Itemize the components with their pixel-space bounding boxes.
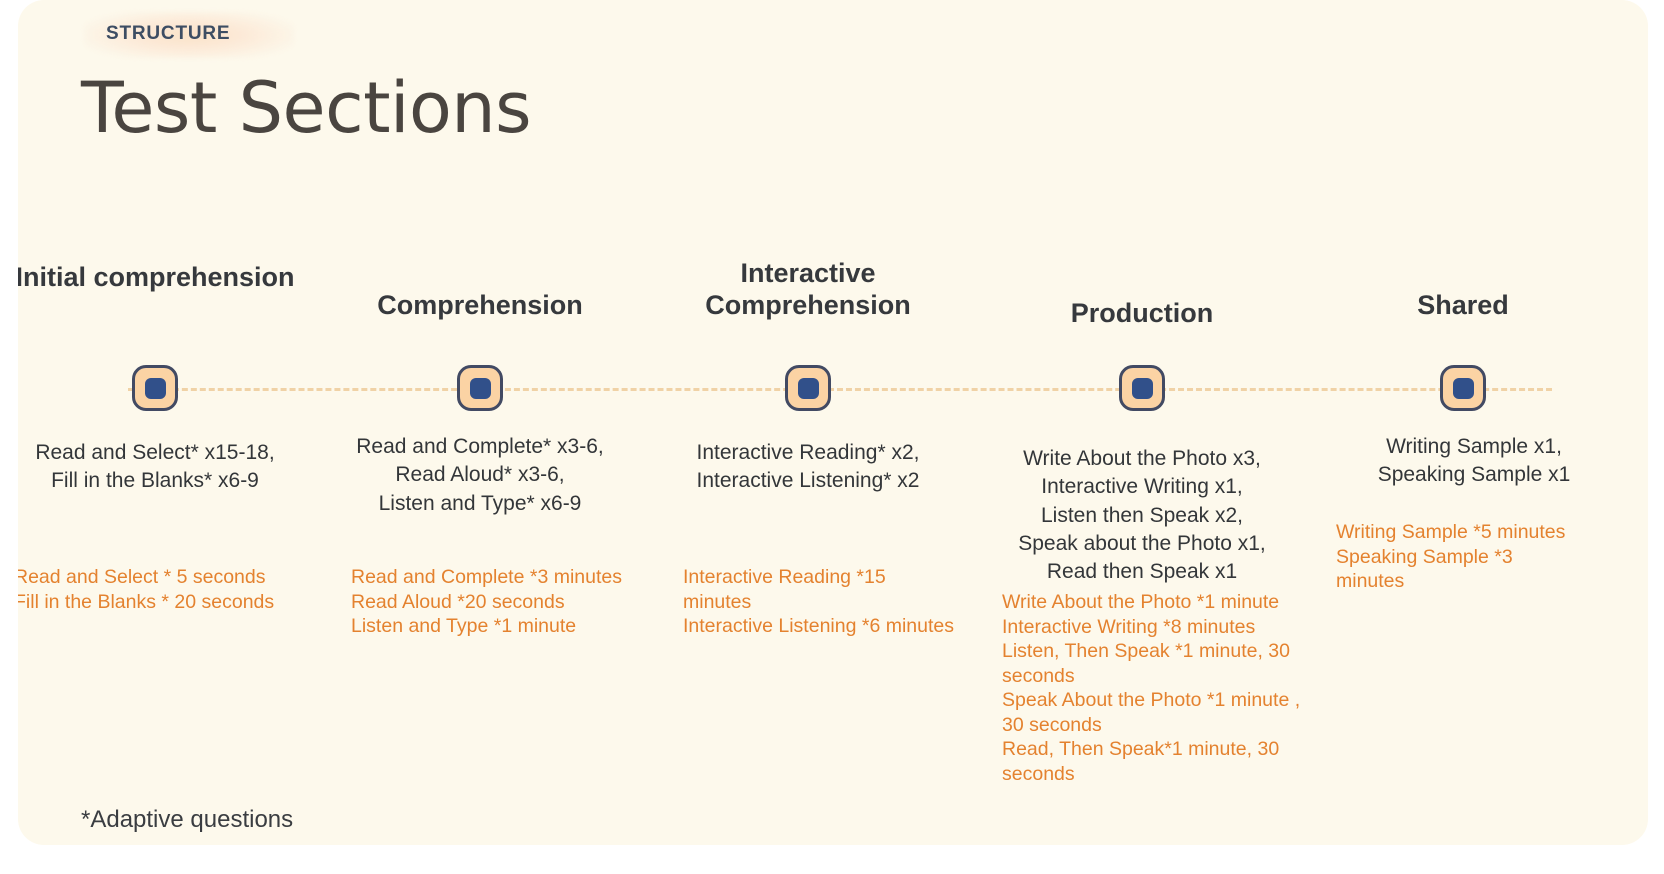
timeline: Initial comprehension Read and Select* x… (18, 230, 1648, 845)
page-title: Test Sections (81, 67, 532, 149)
column-title: Shared (1417, 290, 1509, 320)
column-timings: Interactive Reading *15 minutes Interact… (683, 566, 954, 638)
column-tasks: Interactive Reading* x2, Interactive Lis… (696, 441, 920, 493)
timeline-node-icon[interactable] (1119, 365, 1165, 411)
column-title: Interactive Comprehension (705, 258, 911, 320)
timeline-node-icon[interactable] (1440, 365, 1486, 411)
timeline-node-icon[interactable] (132, 365, 178, 411)
slide-root: STRUCTURE Test Sections Initial comprehe… (0, 0, 1664, 874)
column-title: Initial comprehension (18, 262, 295, 292)
node-center-square (144, 377, 166, 399)
content-panel: STRUCTURE Test Sections Initial comprehe… (18, 0, 1648, 845)
column-timings: Writing Sample *5 minutes Speaking Sampl… (1336, 521, 1566, 593)
node-center-square (1452, 377, 1474, 399)
adaptive-questions-note: *Adaptive questions (81, 806, 294, 833)
column-timings: Write About the Photo *1 minute Interact… (1002, 591, 1301, 785)
timeline-node-icon[interactable] (785, 365, 831, 411)
column-timings: Read and Complete *3 minutes Read Aloud … (351, 566, 622, 638)
timeline-dashed-connector (128, 388, 1552, 394)
column-title: Comprehension (377, 290, 583, 320)
badge-label: STRUCTURE (106, 23, 231, 44)
timeline-node-icon[interactable] (457, 365, 503, 411)
column-title: Production (1070, 298, 1214, 328)
column-timings: Read and Select * 5 seconds Fill in the … (18, 566, 275, 613)
node-center-square (469, 377, 491, 399)
structure-badge: STRUCTURE (84, 12, 294, 58)
column-tasks: Writing Sample x1, Speaking Sample x1 (1377, 435, 1571, 487)
column-tasks: Read and Complete* x3-6, Read Aloud* x3-… (356, 435, 604, 515)
node-center-square (797, 377, 819, 399)
column-tasks: Read and Select* x15-18, Fill in the Bla… (35, 441, 275, 493)
column-tasks: Write About the Photo x3, Interactive Wr… (1018, 447, 1266, 584)
node-center-square (1131, 377, 1153, 399)
